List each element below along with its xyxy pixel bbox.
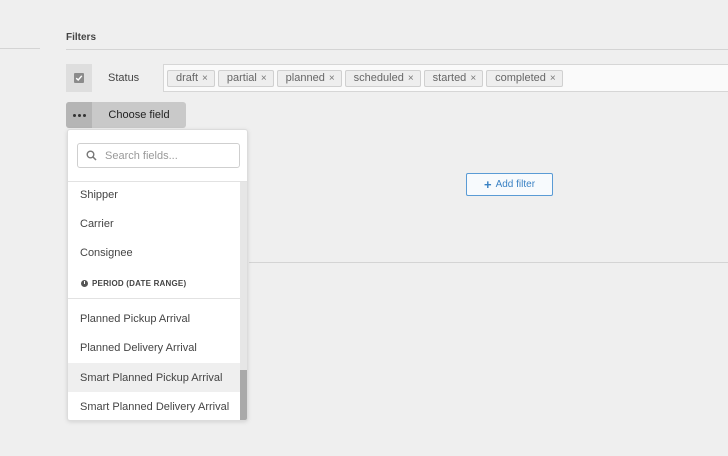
list-item-smart-planned-pickup-arrival[interactable]: Smart Planned Pickup Arrival xyxy=(68,363,242,392)
group-divider xyxy=(68,298,242,299)
search-fields-input[interactable] xyxy=(77,143,240,168)
status-chip: completed × xyxy=(486,69,563,87)
filters-divider xyxy=(66,49,728,50)
status-chip-label: planned xyxy=(285,72,325,84)
choose-field-button[interactable]: Choose field xyxy=(66,102,186,128)
list-item-planned-pickup-arrival[interactable]: Planned Pickup Arrival xyxy=(68,304,242,333)
clock-icon xyxy=(81,279,88,287)
more-dots-icon[interactable] xyxy=(66,102,92,128)
status-chip-input[interactable]: draft × partial × planned × scheduled × started ×… xyxy=(163,64,728,92)
remove-chip-icon[interactable]: × xyxy=(550,73,556,84)
add-filter-label: Add filter xyxy=(495,179,536,190)
field-dropdown: Shipper Carrier Consignee PERIOD (DATE R… xyxy=(67,129,248,421)
left-divider xyxy=(0,48,40,49)
status-chip-label: partial xyxy=(226,72,257,84)
group-header-label: PERIOD (DATE RANGE) xyxy=(92,278,187,288)
status-chip-label: draft xyxy=(176,72,199,84)
remove-chip-icon[interactable]: × xyxy=(329,73,335,84)
remove-chip-icon[interactable]: × xyxy=(470,73,476,84)
list-item-shipper[interactable]: Shipper xyxy=(68,182,242,209)
status-chip: started × xyxy=(423,69,484,87)
choose-field-label: Choose field xyxy=(108,109,170,121)
field-list: Shipper Carrier Consignee PERIOD (DATE R… xyxy=(68,182,242,420)
status-chip: partial × xyxy=(217,69,274,87)
list-item-carrier[interactable]: Carrier xyxy=(68,209,242,238)
status-chip: scheduled × xyxy=(344,69,421,87)
status-chip-label: completed xyxy=(495,72,546,84)
status-chip: draft × xyxy=(167,69,215,87)
list-item-planned-delivery-arrival[interactable]: Planned Delivery Arrival xyxy=(68,333,242,362)
status-filter-row: Status draft × partial × planned × scheduled × s… xyxy=(66,64,728,92)
status-filter-label: Status xyxy=(108,72,140,84)
list-item-consignee[interactable]: Consignee xyxy=(68,238,242,267)
list-item-smart-planned-delivery-arrival[interactable]: Smart Planned Delivery Arrival xyxy=(68,392,242,420)
filters-heading: Filters xyxy=(66,32,97,43)
status-chip-label: started xyxy=(432,72,467,84)
status-chip: planned × xyxy=(276,69,342,87)
remove-chip-icon[interactable]: × xyxy=(261,73,267,84)
status-chip-label: scheduled xyxy=(353,72,404,84)
search-field-wrapper xyxy=(77,143,240,168)
remove-chip-icon[interactable]: × xyxy=(408,73,414,84)
remove-chip-icon[interactable]: × xyxy=(202,73,208,84)
group-header-period: PERIOD (DATE RANGE) xyxy=(68,273,242,293)
status-filter-toggle[interactable] xyxy=(66,64,92,92)
search-icon xyxy=(86,150,97,161)
plus-icon: + xyxy=(483,177,492,192)
add-filter-button[interactable]: + Add filter xyxy=(466,173,553,196)
section-divider xyxy=(249,262,728,263)
checkbox-icon[interactable] xyxy=(74,73,84,83)
scrollbar-thumb[interactable] xyxy=(240,370,247,420)
